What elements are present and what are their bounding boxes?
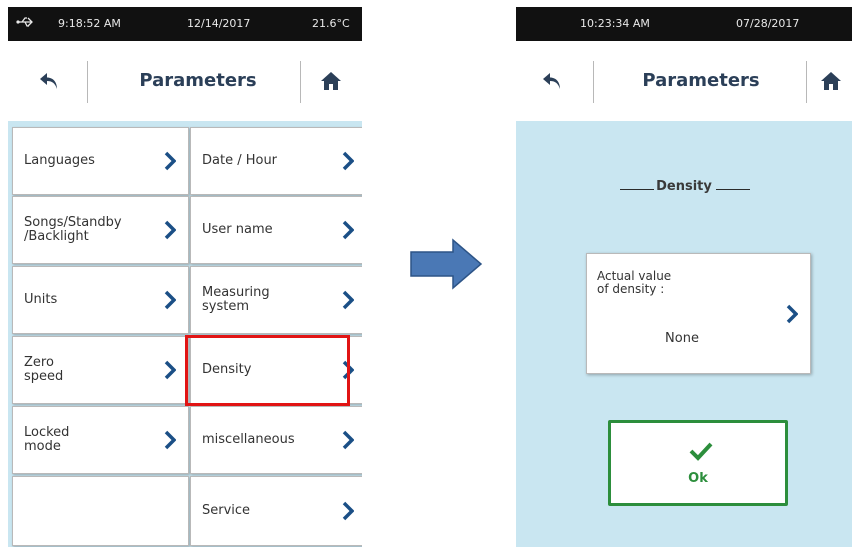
density-value-label: Actual value of density : (597, 269, 672, 296)
menu-item-label: Density (202, 362, 252, 377)
menu-item-languages[interactable]: Languages (12, 127, 189, 195)
menu-item-label: Date / Hour (202, 153, 278, 168)
back-button[interactable] (541, 69, 565, 93)
chevron-right-icon (342, 501, 354, 521)
chevron-right-icon (342, 151, 354, 171)
status-date: 12/14/2017 (187, 17, 251, 30)
menu-item-label: Measuring system (202, 285, 270, 314)
menu-item-service[interactable]: Service (190, 476, 362, 546)
usb-icon (16, 15, 36, 32)
menu-item-density[interactable]: Density (190, 336, 362, 404)
nav-separator (806, 61, 807, 103)
menu-item-label: Zero speed (24, 355, 64, 384)
checkmark-icon (689, 441, 713, 461)
page-title: Parameters (139, 70, 257, 91)
status-time: 9:18:52 AM (58, 17, 121, 30)
section-title: Density (656, 179, 712, 194)
density-value-button[interactable]: Actual value of density : None (586, 253, 811, 374)
menu-item-date-hour[interactable]: Date / Hour (190, 127, 362, 195)
chevron-right-icon (786, 304, 798, 324)
back-arrow-icon (40, 73, 57, 89)
status-temperature: 21.6°C (312, 17, 350, 30)
chevron-right-icon (342, 290, 354, 310)
section-heading: Density (516, 179, 852, 199)
nav-bar: Parameters (516, 41, 852, 121)
status-date: 07/28/2017 (736, 17, 800, 30)
menu-item-label: Service (202, 503, 251, 518)
menu-item-label: Songs/Standby /Backlight (24, 215, 122, 244)
page-title: Parameters (642, 70, 760, 91)
nav-separator (593, 61, 594, 103)
ok-button[interactable]: Ok (608, 420, 788, 506)
menu-item-zero-speed[interactable]: Zero speed (12, 336, 189, 404)
menu-item-label: User name (202, 222, 273, 237)
status-bar: 9:18:52 AM 12/14/2017 21.6°C (8, 7, 362, 41)
parameters-screen: 9:18:52 AM 12/14/2017 21.6°C Parameters … (8, 7, 362, 547)
menu-item-measuring-system[interactable]: Measuring system (190, 266, 362, 334)
heading-rule (716, 189, 750, 190)
menu-item-label: Locked mode (24, 425, 70, 454)
chevron-right-icon (164, 430, 176, 450)
status-bar: 10:23:34 AM 07/28/2017 (516, 7, 852, 41)
ok-label: Ok (688, 471, 708, 486)
menu-item-label: Languages (24, 153, 95, 168)
chevron-right-icon (342, 220, 354, 240)
home-icon (321, 72, 341, 90)
home-button[interactable] (819, 69, 843, 93)
chevron-right-icon (164, 151, 176, 171)
density-value: None (665, 331, 699, 346)
menu-item-units[interactable]: Units (12, 266, 189, 334)
chevron-right-icon (164, 220, 176, 240)
right-arrow-icon (409, 238, 483, 290)
back-arrow-icon (543, 73, 560, 89)
back-button[interactable] (38, 69, 62, 93)
menu-item-label: miscellaneous (202, 432, 295, 447)
chevron-right-icon (342, 430, 354, 450)
menu-item-songs-standby-backlight[interactable]: Songs/Standby /Backlight (12, 196, 189, 264)
menu-item-locked-mode[interactable]: Locked mode (12, 406, 189, 474)
nav-separator (300, 61, 301, 103)
menu-item-label: Units (24, 292, 58, 307)
density-screen: 10:23:34 AM 07/28/2017 Parameters Densit… (516, 7, 852, 547)
chevron-right-icon (164, 290, 176, 310)
nav-bar: Parameters (8, 41, 362, 121)
status-time: 10:23:34 AM (580, 17, 650, 30)
chevron-right-icon (164, 360, 176, 380)
chevron-right-icon (342, 360, 354, 380)
nav-separator (87, 61, 88, 103)
menu-item-miscellaneous[interactable]: miscellaneous (190, 406, 362, 474)
menu-item-empty (12, 476, 189, 546)
home-button[interactable] (319, 69, 343, 93)
menu-item-user-name[interactable]: User name (190, 196, 362, 264)
home-icon (821, 72, 841, 90)
